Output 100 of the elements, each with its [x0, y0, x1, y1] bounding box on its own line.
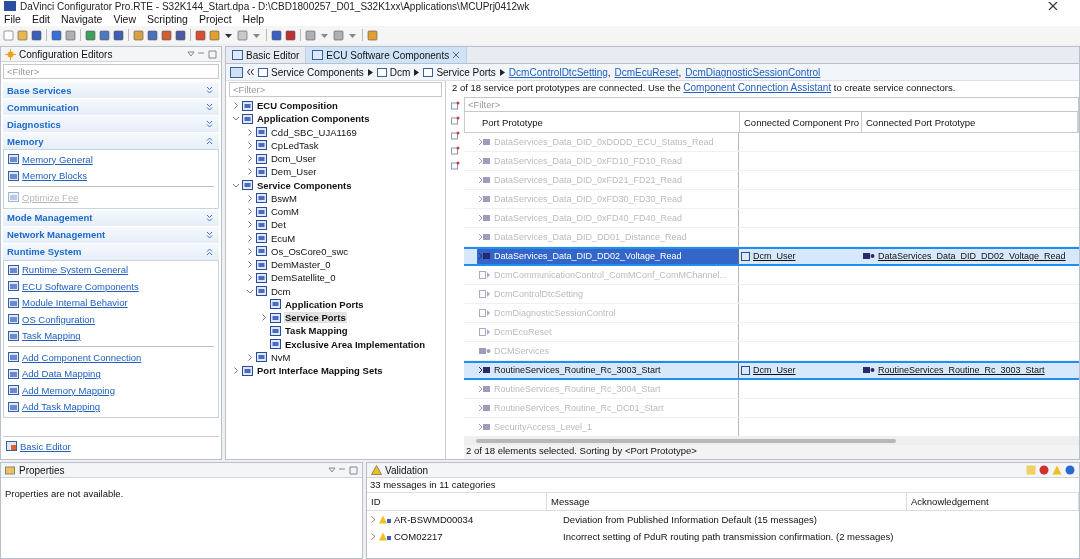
section-header[interactable]: Memory [3, 133, 219, 149]
editor-link[interactable]: Memory Blocks [22, 170, 87, 182]
editor-link[interactable]: Add Memory Mapping [22, 384, 115, 396]
tree-item[interactable]: CpLedTask [270, 139, 320, 151]
tree-item[interactable]: Dcm [270, 285, 292, 297]
chevron-icon[interactable] [261, 314, 267, 322]
port-tool-icon[interactable] [450, 146, 460, 155]
section-header[interactable]: Diagnostics [3, 116, 219, 132]
tree-item[interactable]: Service Ports [284, 312, 347, 324]
editor-icon [8, 154, 19, 165]
chevron-icon[interactable] [247, 234, 253, 242]
editor-link[interactable]: Module Internal Behavior [22, 297, 128, 309]
tree-item[interactable]: Exclusive Area Implementation [284, 338, 427, 350]
table-cell: DataServices_Data_DID_DD01_Distance_Read [477, 228, 739, 246]
column-header[interactable]: Port Prototype [478, 112, 740, 132]
port-link[interactable]: DataServices_Data_DID_DD02_Voltage_Read [878, 251, 1066, 261]
editor-link[interactable]: Add Component Connection [22, 351, 142, 363]
tree-item[interactable]: NvM [270, 351, 292, 363]
chevron-icon[interactable] [232, 182, 240, 189]
section-header[interactable]: Runtime System [3, 243, 219, 260]
scrollbar-thumb[interactable] [476, 439, 896, 443]
double-chevron-icon[interactable] [247, 68, 254, 76]
view-menu-icon[interactable] [187, 49, 217, 59]
menu-item[interactable]: File [4, 13, 21, 25]
column-header[interactable]: ID [367, 493, 547, 510]
chevron-icon[interactable] [247, 274, 253, 282]
column-header[interactable]: Connected Component Pro [740, 112, 862, 132]
tree-item[interactable]: Cdd_SBC_UJA1169 [270, 126, 358, 138]
chevron-icon[interactable] [233, 367, 239, 375]
chevron-icon[interactable] [232, 115, 240, 122]
menu-item[interactable]: Project [198, 13, 232, 25]
section-header[interactable]: Mode Management [3, 209, 219, 226]
error-icon[interactable] [1039, 465, 1049, 475]
breadcrumb-item[interactable]: Dcm [376, 66, 411, 78]
chevron-icon[interactable] [371, 533, 376, 540]
chevron-icon[interactable] [233, 102, 239, 110]
tree-item[interactable]: ECU Composition [256, 100, 339, 112]
tree-item[interactable]: BswM [270, 192, 298, 204]
breadcrumb-link[interactable]: DcmControlDtcSetting [508, 66, 608, 78]
tree-item[interactable]: Port Interface Mapping Sets [256, 365, 384, 377]
editor-link[interactable]: OS Configuration [22, 313, 95, 325]
menu-item[interactable]: Navigate [61, 13, 103, 25]
breadcrumb-item[interactable]: Service Ports [423, 66, 496, 78]
chevron-icon[interactable] [247, 128, 253, 136]
tree-item[interactable]: Os_OsCore0_swc [270, 245, 350, 257]
editor-link[interactable]: Basic Editor [20, 440, 71, 452]
info-icon[interactable] [1065, 465, 1075, 475]
chevron-icon[interactable] [371, 516, 376, 523]
chevron-icon[interactable] [247, 141, 253, 149]
tree-item[interactable]: Dem_User [270, 166, 318, 178]
menu-item[interactable]: Help [242, 13, 265, 25]
close-icon[interactable] [1048, 2, 1058, 10]
component-link[interactable]: Dcm_User [753, 251, 796, 261]
selected-row[interactable]: RoutineServices_Routine_Rc_3003_Start Dcm_User RoutineServices_Routine_Rc_3003_Start [464, 361, 1079, 380]
tree-item[interactable]: DemMaster_0 [270, 259, 332, 271]
port-link[interactable]: RoutineServices_Routine_Rc_3003_Start [878, 365, 1045, 375]
chevron-icon[interactable] [247, 155, 253, 163]
chevron-icon[interactable] [247, 261, 253, 269]
column-header[interactable]: Message [547, 493, 907, 510]
breadcrumb-item[interactable]: Service Components [258, 66, 364, 78]
tree-item[interactable]: Application Components [256, 113, 371, 125]
editor-link[interactable]: Runtime System General [22, 264, 129, 276]
breadcrumb-link[interactable]: DcmDiagnosticSessionControl [685, 66, 821, 78]
tree-item[interactable]: Dcm_User [270, 153, 317, 165]
assistant-link[interactable]: Component Connection Assistant [683, 82, 832, 93]
menu-item[interactable]: Scripting [147, 13, 188, 25]
editor-link[interactable]: Add Data Mapping [22, 368, 101, 380]
tree-item[interactable]: ComM [270, 206, 300, 218]
selected-row[interactable]: DataServices_Data_DID_DD02_Voltage_Read Dcm_User DataServices_Data_DID_DD02_Voltage_Read [464, 247, 1079, 266]
menu-item[interactable]: Edit [31, 13, 50, 25]
editor-link[interactable]: Memory General [22, 153, 93, 165]
editor-tab[interactable]: ECU Software Components [306, 47, 468, 63]
section-header[interactable]: Communication [3, 99, 219, 115]
chevron-icon[interactable] [247, 208, 253, 216]
tree-item[interactable]: Application Ports [284, 298, 365, 310]
component-link[interactable]: Dcm_User [753, 365, 796, 375]
tree-item[interactable]: Service Components [256, 179, 353, 191]
column-header[interactable]: Acknowledgement [907, 493, 1079, 510]
tree-item[interactable]: EcuM [270, 232, 297, 244]
column-header[interactable]: Connected Port Prototype [862, 112, 1078, 132]
port-tool-icon[interactable] [450, 161, 460, 170]
view-menu-icon[interactable] [328, 465, 358, 475]
section-header[interactable]: Network Management [3, 226, 219, 243]
chevron-icon[interactable] [247, 353, 253, 361]
chevron-icon[interactable] [247, 194, 253, 202]
chevron-icon[interactable] [247, 247, 253, 255]
chevron-icon[interactable] [246, 288, 254, 295]
editor-link[interactable]: Add Task Mapping [22, 401, 100, 413]
port-tool-icon[interactable] [450, 131, 460, 140]
section-header[interactable]: Base Services [3, 82, 219, 98]
chevron-icon[interactable] [247, 221, 253, 229]
menu-item[interactable]: View [113, 13, 137, 25]
tree-item[interactable]: DemSatellite_0 [270, 272, 337, 284]
tree-item[interactable]: Task Mapping [284, 325, 349, 337]
editor-link[interactable]: Task Mapping [22, 330, 81, 342]
editor-link[interactable]: ECU Software Components [22, 280, 139, 292]
chevron-icon[interactable] [247, 168, 253, 176]
port-tool-icon[interactable] [450, 116, 460, 125]
tree-item[interactable]: Det [270, 219, 287, 231]
port-tool-icon[interactable] [450, 101, 460, 110]
